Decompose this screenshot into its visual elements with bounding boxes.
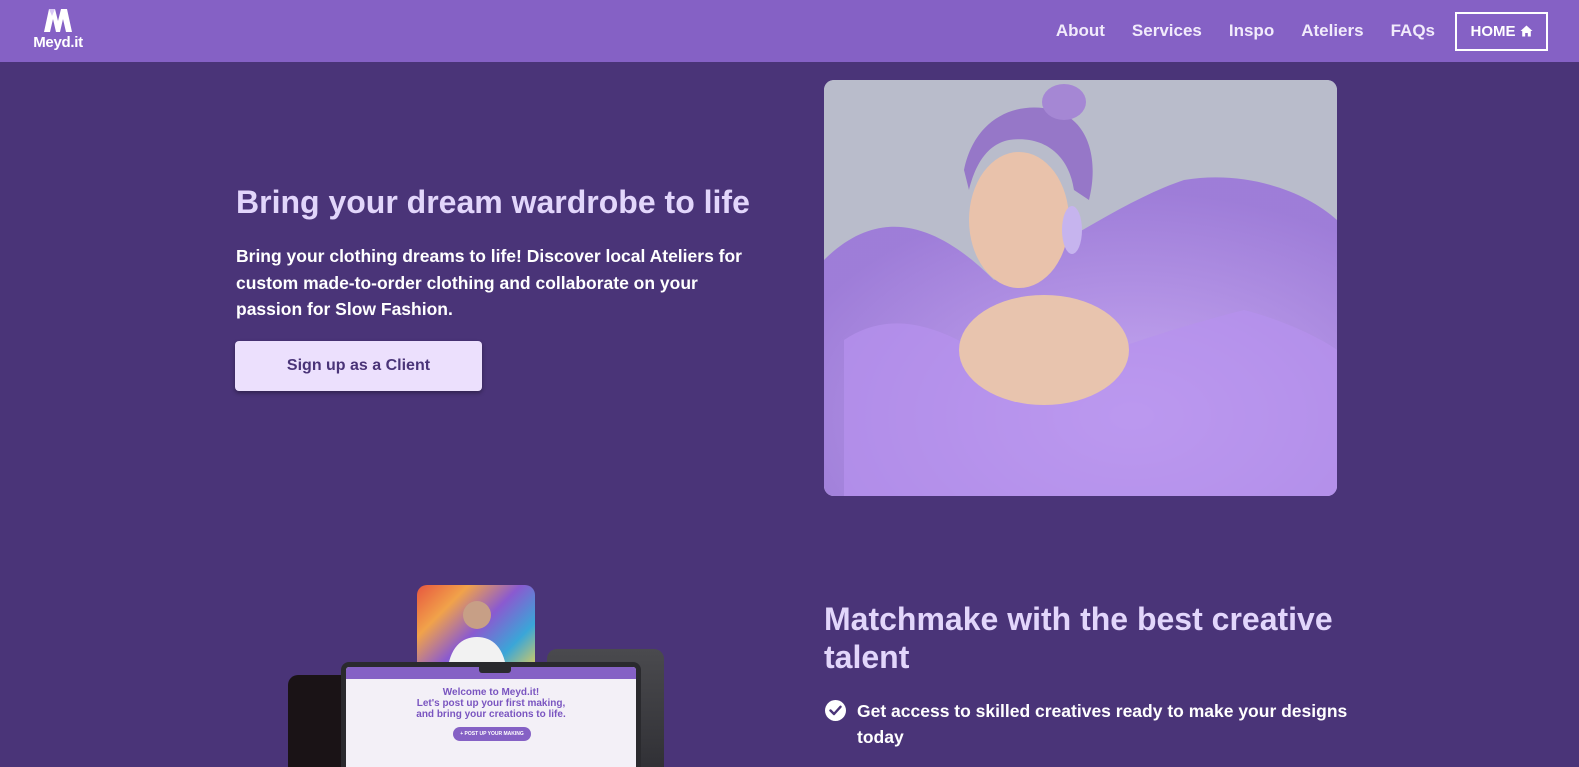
house-icon [1520,25,1532,37]
section-matchmake-title: Matchmake with the best creative talent [824,601,1333,675]
home-button-label: HOME [1470,22,1516,40]
brand-name: Meyd.it [33,34,83,51]
check-circle-icon [825,700,846,721]
laptop-screen: Welcome to Meyd.it! Let's post up your f… [346,667,636,767]
signup-client-button[interactable]: Sign up as a Client [235,341,482,391]
screen-welcome-line3: and bring your creations to life. [416,709,566,720]
app-mockup: Welcome to Meyd.it! Let's post up your f… [285,585,665,767]
brand-logo[interactable]: Meyd.it [30,7,86,55]
nav-links: About Services Inspo Ateliers FAQs HOME [1056,0,1579,62]
feature-item: Get access to skilled creatives ready to… [825,698,1365,750]
nav-link-inspo[interactable]: Inspo [1229,21,1274,41]
hero-image [824,80,1337,496]
hero-description: Bring your clothing dreams to life! Disc… [236,246,742,319]
nav-link-services[interactable]: Services [1132,21,1202,41]
screen-post-button: + POST UP YOUR MAKING [453,727,531,741]
screen-welcome-text: Welcome to Meyd.it! Let's post up your f… [346,687,636,720]
hero-title: Bring your dream wardrobe to life [236,184,750,220]
model-in-purple-tulle-image [824,80,1337,496]
screen-welcome-line2: Let's post up your first making, [416,698,566,709]
screen-welcome-line1: Welcome to Meyd.it! [442,687,540,698]
nav-link-about[interactable]: About [1056,21,1105,41]
nav-link-ateliers[interactable]: Ateliers [1301,21,1363,41]
navbar: Meyd.it About Services Inspo Ateliers FA… [0,0,1579,62]
home-button[interactable]: HOME [1455,11,1548,51]
nav-link-faqs[interactable]: FAQs [1391,21,1435,41]
laptop-frame: Welcome to Meyd.it! Let's post up your f… [341,662,641,767]
laptop-notch [479,667,511,673]
feature-text: Get access to skilled creatives ready to… [857,701,1348,747]
meyd-logo-icon [44,9,72,32]
